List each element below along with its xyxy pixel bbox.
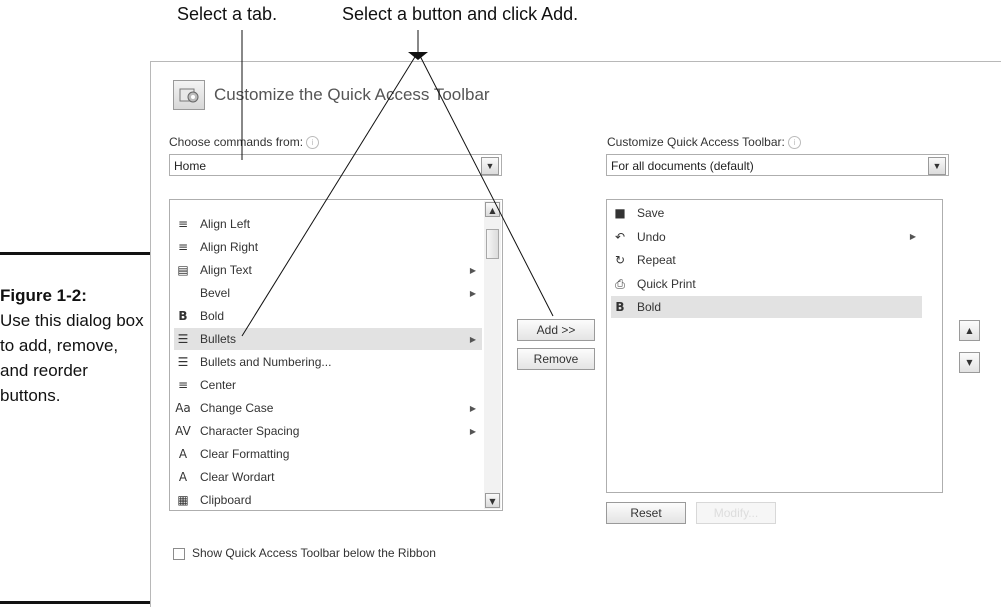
add-button[interactable]: Add >> bbox=[517, 319, 595, 341]
chevron-down-icon[interactable]: ▼ bbox=[928, 157, 946, 175]
bold-icon: B bbox=[178, 309, 188, 323]
toolbar-commands-list[interactable]: ■ Save ↶ Undo ▶ ↻ Repeat ⎙ Quick Print B Bold bbox=[606, 199, 943, 493]
list-item[interactable]: ▦ Clipboard bbox=[174, 489, 482, 511]
list-item[interactable]: A Clear Wordart bbox=[174, 466, 482, 488]
list-item-label: Bold bbox=[200, 309, 225, 323]
list-item-label: Bullets bbox=[200, 332, 237, 346]
submenu-arrow-icon: ▶ bbox=[469, 334, 476, 344]
list-item-label: Bold bbox=[637, 300, 662, 314]
list-item[interactable]: ⎙ Quick Print bbox=[611, 273, 922, 295]
commands-scrollbar[interactable]: ▲ ▼ bbox=[484, 201, 501, 509]
save-icon: ■ bbox=[614, 206, 626, 220]
list-item-label: Bullets and Numbering... bbox=[200, 355, 332, 369]
info-icon: i bbox=[306, 136, 320, 150]
scroll-thumb[interactable] bbox=[486, 229, 499, 259]
customize-qat-dialog: Customize the Quick Access Toolbar Choos… bbox=[150, 61, 1001, 607]
scroll-down-icon[interactable]: ▼ bbox=[485, 493, 500, 508]
choose-commands-label: Choose commands from: i bbox=[169, 135, 320, 150]
modify-button[interactable]: Modify... bbox=[696, 502, 776, 524]
caption-rule-top bbox=[0, 252, 157, 255]
center-icon: ≡ bbox=[177, 378, 189, 392]
character-spacing-icon: AV bbox=[175, 424, 191, 438]
list-item[interactable]: ≡ Center bbox=[174, 374, 482, 396]
figure-caption: Figure 1-2: Use this dialog box to add, … bbox=[0, 283, 150, 408]
info-icon: i bbox=[787, 136, 801, 150]
commands-list[interactable]: ≡ Align Left ≡ Align Right ▤ Align Text ▶ Bevel… bbox=[169, 199, 503, 511]
list-item-label: Save bbox=[637, 206, 665, 220]
list-item-label: Align Text bbox=[200, 263, 252, 277]
list-item-label: Clear Wordart bbox=[200, 470, 275, 484]
submenu-arrow-icon: ▶ bbox=[469, 426, 476, 436]
undo-icon: ↶ bbox=[614, 229, 626, 244]
align-left-icon: ≡ bbox=[177, 217, 189, 231]
list-item[interactable]: ≡ Align Right bbox=[174, 236, 482, 258]
list-item[interactable]: ■ Save bbox=[611, 202, 922, 224]
caption-rule-bottom bbox=[0, 601, 157, 604]
list-item-label: Undo bbox=[637, 229, 666, 244]
list-item-label: Character Spacing bbox=[200, 424, 300, 438]
choose-commands-dropdown[interactable]: Home ▼ bbox=[169, 154, 502, 176]
list-item[interactable]: Bevel ▶ bbox=[174, 282, 482, 304]
list-item[interactable]: A Clear Formatting bbox=[174, 443, 482, 465]
choose-commands-value: Home bbox=[174, 159, 207, 173]
move-down-button[interactable]: ▼ bbox=[959, 352, 980, 373]
list-item[interactable]: ☰ Bullets ▶ bbox=[174, 328, 482, 350]
repeat-icon: ↻ bbox=[614, 253, 626, 267]
dialog-header: Customize the Quick Access Toolbar bbox=[173, 80, 490, 110]
customize-qat-label-text: Customize Quick Access Toolbar: bbox=[607, 135, 785, 149]
show-below-ribbon-checkbox[interactable] bbox=[173, 548, 185, 560]
list-item-label: Align Left bbox=[200, 217, 251, 231]
submenu-arrow-icon: ▶ bbox=[469, 403, 476, 413]
show-below-ribbon-label: Show Quick Access Toolbar below the Ribb… bbox=[192, 546, 436, 560]
figure-caption-text: Use this dialog box to add, remove, and … bbox=[0, 311, 144, 405]
scroll-up-icon[interactable]: ▲ bbox=[485, 202, 500, 217]
list-item[interactable]: B Bold bbox=[174, 305, 482, 327]
list-item[interactable]: ▤ Align Text ▶ bbox=[174, 259, 482, 281]
list-item[interactable]: AV Character Spacing ▶ bbox=[174, 420, 482, 442]
list-item[interactable]: ↻ Repeat bbox=[611, 249, 922, 271]
list-item-label: Clipboard bbox=[200, 493, 252, 507]
align-text-icon: ▤ bbox=[177, 263, 189, 277]
quick-print-icon: ⎙ bbox=[615, 276, 625, 291]
list-item-label: Bevel bbox=[200, 286, 231, 300]
dialog-title: Customize the Quick Access Toolbar bbox=[214, 85, 490, 104]
callout-select-tab: Select a tab. bbox=[177, 4, 278, 24]
chevron-down-icon[interactable]: ▼ bbox=[481, 157, 499, 175]
list-item-label: Repeat bbox=[637, 253, 676, 267]
list-item-label: Quick Print bbox=[637, 276, 696, 291]
list-item[interactable]: ☰ Bullets and Numbering... bbox=[174, 351, 482, 373]
callout-select-button: Select a button and click Add. bbox=[342, 4, 579, 24]
list-item-label: Align Right bbox=[200, 240, 259, 254]
submenu-arrow-icon: ▶ bbox=[909, 232, 916, 241]
list-item-label: Center bbox=[200, 378, 237, 392]
customize-qat-value: For all documents (default) bbox=[611, 159, 754, 173]
move-up-button[interactable]: ▲ bbox=[959, 320, 980, 341]
figure-number: Figure 1-2: bbox=[0, 286, 87, 305]
qat-settings-icon bbox=[173, 80, 205, 110]
remove-button[interactable]: Remove bbox=[517, 348, 595, 370]
change-case-icon: Aa bbox=[175, 401, 191, 415]
list-item[interactable]: ↶ Undo ▶ bbox=[611, 226, 922, 248]
clear-formatting-icon: A bbox=[178, 447, 188, 461]
list-item-label: Clear Formatting bbox=[200, 447, 290, 461]
bevel-icon bbox=[174, 285, 192, 301]
list-item[interactable]: B Bold bbox=[611, 296, 922, 318]
customize-qat-dropdown[interactable]: For all documents (default) ▼ bbox=[606, 154, 949, 176]
reset-button[interactable]: Reset bbox=[606, 502, 686, 524]
list-item-label: Change Case bbox=[200, 401, 274, 415]
submenu-arrow-icon: ▶ bbox=[469, 288, 476, 298]
customize-qat-label: Customize Quick Access Toolbar: i bbox=[607, 135, 801, 150]
list-item[interactable]: Aa Change Case ▶ bbox=[174, 397, 482, 419]
choose-commands-label-text: Choose commands from: bbox=[169, 135, 304, 149]
bullets-numbering-icon: ☰ bbox=[177, 355, 189, 369]
align-right-icon: ≡ bbox=[177, 240, 189, 254]
list-item[interactable]: ≡ Align Left bbox=[174, 213, 482, 235]
bold-icon: B bbox=[615, 300, 625, 314]
submenu-arrow-icon: ▶ bbox=[469, 265, 476, 275]
bullets-icon: ☰ bbox=[177, 332, 189, 346]
clipboard-icon: ▦ bbox=[177, 493, 189, 507]
clear-wordart-icon: A bbox=[178, 470, 188, 484]
